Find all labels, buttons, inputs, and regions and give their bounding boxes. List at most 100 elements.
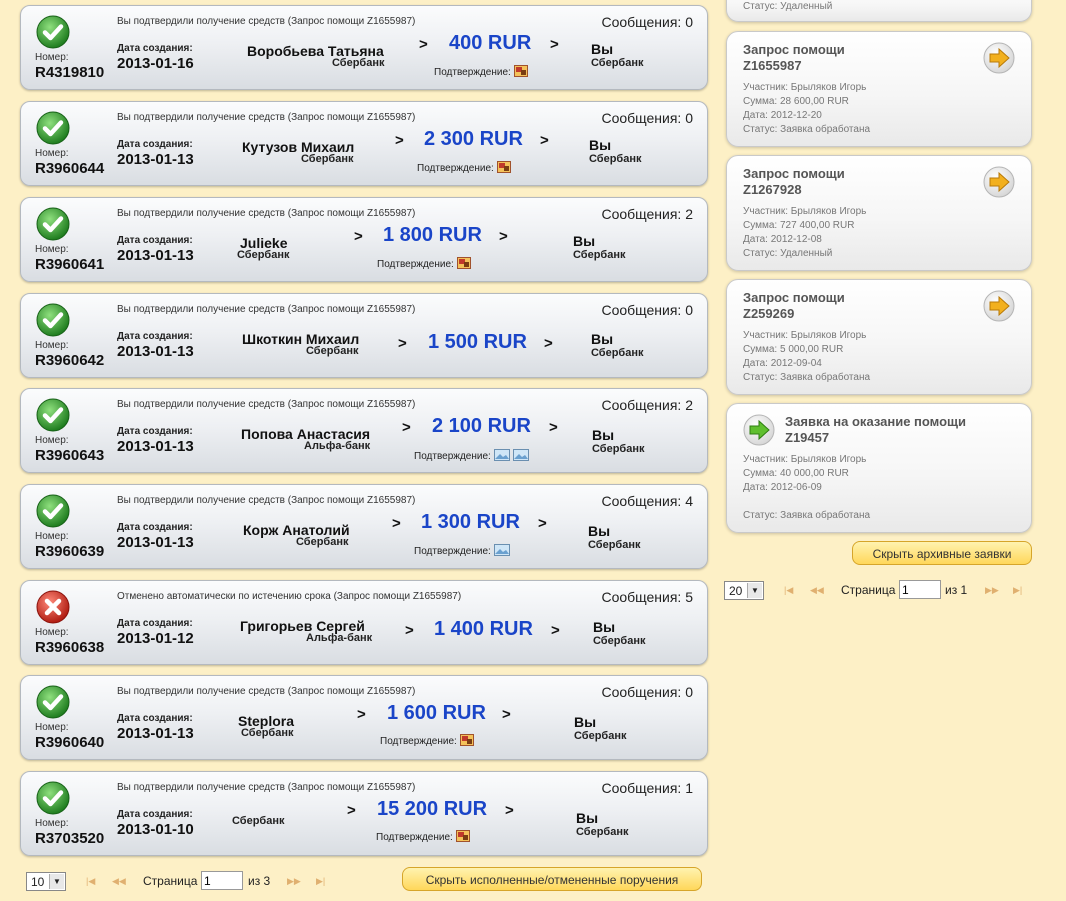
order-date: 2013-01-13 — [117, 343, 194, 360]
archive-card: Запрос помощи Z1267928 Участник: Брыляков … — [726, 155, 1032, 271]
orders-page-count: из 3 — [248, 874, 271, 888]
order-card[interactable]: Номер: R3960640 Вы подтвердили получение с… — [20, 675, 708, 760]
prev-page-icon[interactable]: ◀◀ — [112, 876, 126, 887]
check-icon — [36, 494, 70, 528]
archive-card-title: Запрос помощи Z1267928 — [743, 166, 845, 198]
order-confirmation-label: Подтверждение: — [377, 259, 454, 271]
arrow-right-icon: > — [405, 622, 414, 639]
order-messages-link[interactable]: Сообщения: 4 — [601, 493, 693, 509]
order-number: R3960643 — [35, 447, 105, 464]
order-confirmation-label: Подтверждение: — [376, 832, 453, 844]
order-confirmation: Подтверждение: — [414, 449, 529, 464]
order-messages-link[interactable]: Сообщения: 2 — [601, 397, 693, 413]
archive-card-date: Дата: 2012-09-04 — [743, 358, 822, 369]
order-sender-bank: Сбербанк — [237, 249, 290, 261]
image-attachment-icon[interactable] — [496, 161, 511, 176]
next-page-icon[interactable]: ▶▶ — [287, 876, 301, 887]
order-recipient: Вы — [591, 331, 614, 347]
order-recipient: Вы — [574, 714, 597, 730]
order-number-label: Номер: — [35, 52, 69, 63]
go-arrow-icon[interactable] — [983, 42, 1015, 74]
go-arrow-icon[interactable] — [983, 290, 1015, 322]
first-page-icon[interactable]: |◀ — [86, 876, 95, 887]
order-card[interactable]: Номер: R3960638 Отменено автоматически по … — [20, 580, 708, 665]
order-card[interactable]: Номер: R3960641 Вы подтвердили получение с… — [20, 197, 708, 282]
order-date: 2013-01-13 — [117, 438, 194, 455]
orders-page-size-select[interactable]: 10 ▼ — [26, 872, 66, 891]
photo-attachment-icon[interactable] — [493, 544, 510, 559]
order-card[interactable]: Номер: R3960643 Вы подтвердили получение с… — [20, 388, 708, 473]
arrow-right-icon: > — [419, 36, 428, 53]
order-messages-link[interactable]: Сообщения: 0 — [601, 684, 693, 700]
archive-last-page-icon[interactable]: ▶| — [1013, 585, 1022, 596]
archive-next-page-icon[interactable]: ▶▶ — [985, 585, 999, 596]
order-card[interactable]: Номер: R3960642 Вы подтвердили получение с… — [20, 293, 708, 378]
hide-archive-button[interactable]: Скрыть архивные заявки — [852, 541, 1032, 565]
order-card[interactable]: Номер: R3703520 Вы подтвердили получение с… — [20, 771, 708, 856]
order-number-label: Номер: — [35, 722, 69, 733]
order-messages-link[interactable]: Сообщения: 0 — [601, 14, 693, 30]
archive-page-size-value: 20 — [729, 584, 743, 598]
order-confirmation: Подтверждение: — [376, 830, 470, 845]
archive-card-title-text: Запрос помощи — [743, 166, 845, 181]
arrow-right-icon: > — [549, 419, 558, 436]
order-confirmation-label: Подтверждение: — [417, 163, 494, 175]
order-confirmation: Подтверждение: — [414, 544, 510, 559]
photo-attachment-icon[interactable] — [493, 449, 510, 464]
order-number-label: Номер: — [35, 818, 69, 829]
arrow-right-icon: > — [551, 622, 560, 639]
order-status: Вы подтвердили получение средств (Запрос… — [117, 495, 416, 506]
order-confirmation-label: Подтверждение: — [434, 67, 511, 79]
check-icon — [36, 781, 70, 815]
order-card[interactable]: Номер: R3960639 Вы подтвердили получение с… — [20, 484, 708, 569]
archive-first-page-icon[interactable]: |◀ — [784, 585, 793, 596]
archive-card-title: Запрос помощи Z259269 — [743, 290, 845, 322]
image-attachment-icon[interactable] — [513, 65, 528, 80]
order-recipient: Вы — [589, 137, 612, 153]
order-recipient-bank: Сбербанк — [593, 635, 646, 647]
order-recipient: Вы — [573, 233, 596, 249]
order-recipient: Вы — [591, 41, 614, 57]
order-status: Отменено автоматически по истечению срок… — [117, 591, 462, 602]
archive-card-id: Z19457 — [785, 430, 830, 445]
check-icon — [36, 207, 70, 241]
arrow-right-icon: > — [499, 228, 508, 245]
hide-orders-button[interactable]: Скрыть исполненные/отмененные поручения — [402, 867, 702, 891]
order-confirmation-label: Подтверждение: — [414, 546, 491, 558]
order-card[interactable]: Номер: R4319810 Вы подтвердили получение с… — [20, 5, 708, 90]
order-messages-link[interactable]: Сообщения: 2 — [601, 206, 693, 222]
archive-page-input[interactable] — [899, 580, 941, 599]
last-page-icon[interactable]: ▶| — [316, 876, 325, 887]
order-messages-link[interactable]: Сообщения: 1 — [601, 780, 693, 796]
go-arrow-icon[interactable] — [743, 414, 775, 446]
image-attachment-icon[interactable] — [459, 734, 474, 749]
order-messages-link[interactable]: Сообщения: 0 — [601, 302, 693, 318]
order-number: R3960638 — [35, 639, 105, 656]
check-icon — [36, 685, 70, 719]
image-attachment-icon[interactable] — [455, 830, 470, 845]
archive-prev-page-icon[interactable]: ◀◀ — [810, 585, 824, 596]
order-date: 2013-01-16 — [117, 55, 194, 72]
arrow-right-icon: > — [505, 802, 514, 819]
archive-page-size-select[interactable]: 20 ▼ — [724, 581, 764, 600]
archive-page-count: из 1 — [945, 583, 968, 597]
order-recipient-bank: Сбербанк — [574, 730, 627, 742]
archive-card-date: Дата: 2012-12-08 — [743, 234, 822, 245]
order-status: Вы подтвердили получение средств (Запрос… — [117, 208, 416, 219]
order-messages-link[interactable]: Сообщения: 0 — [601, 110, 693, 126]
order-date: 2013-01-13 — [117, 725, 194, 742]
archive-card-title: Запрос помощи Z1655987 — [743, 42, 845, 74]
order-amount: 1 500 RUR — [428, 331, 527, 353]
arrow-right-icon: > — [347, 802, 356, 819]
order-messages-link[interactable]: Сообщения: 5 — [601, 589, 693, 605]
go-arrow-icon[interactable] — [983, 166, 1015, 198]
image-attachment-icon[interactable] — [456, 257, 471, 272]
chevron-down-icon: ▼ — [747, 583, 762, 598]
order-recipient: Вы — [576, 810, 599, 826]
photo-attachment-icon[interactable] — [512, 449, 529, 464]
orders-page-label: Страница — [143, 874, 198, 888]
order-amount: 1 800 RUR — [383, 224, 482, 246]
orders-page-input[interactable] — [201, 871, 243, 890]
order-card[interactable]: Номер: R3960644 Вы подтвердили получение с… — [20, 101, 708, 186]
order-date: 2013-01-12 — [117, 630, 194, 647]
